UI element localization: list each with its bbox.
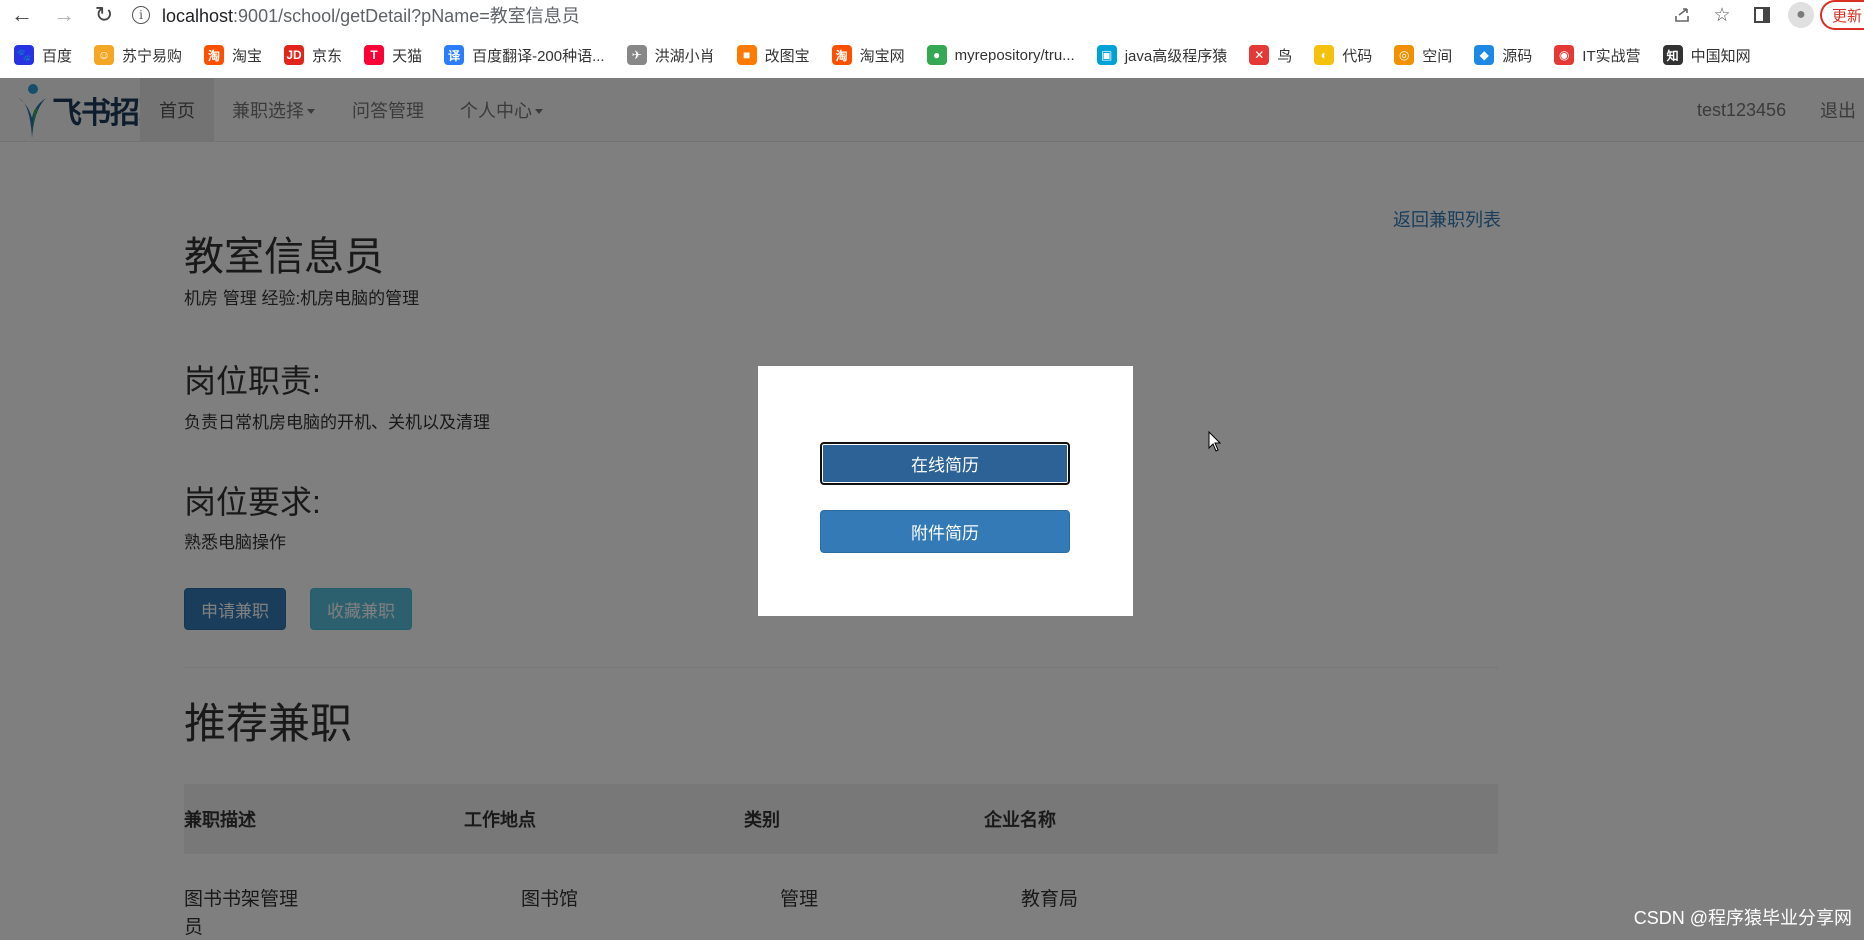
bookmark-label: 改图宝 [764,47,810,65]
bookmark-item[interactable]: ▣ java高级程序猿 [1096,45,1228,66]
bookmark-item[interactable]: ✕ 鸟 [1249,45,1292,66]
bookmark-favicon-icon: JD [284,45,305,65]
mouse-cursor-icon [1208,431,1222,452]
url-text: localhost:9001/school/getDetail?pName=教室… [162,6,580,26]
bookmark-label: 鸟 [1277,47,1293,65]
bookmark-item[interactable]: ☺ 苏宁易购 [94,45,182,66]
bookmark-favicon-icon: T [364,45,385,65]
bookmark-star-icon[interactable]: ☆ [1702,0,1742,30]
bookmark-label: 淘宝网 [859,47,905,65]
bookmark-label: 百度翻译-200种语... [472,47,605,65]
bookmark-label: 代码 [1342,47,1373,65]
bookmarks-bar: 🐾 百度 ☺ 苏宁易购淘淘宝 JD 京东 T 天猫译百度翻译-200种语... ✈ 洪湖小肖 ■ 改图… [0,36,1864,74]
watermark: CSDN @程序猿毕业分享网 [1633,908,1852,928]
bookmark-favicon-icon: ☺ [94,45,115,65]
reload-icon[interactable]: ↻ [86,0,122,30]
address-bar[interactable]: i localhost:9001/school/getDetail?pName=… [132,0,1732,30]
bookmark-item[interactable]: ◉ IT实战营 [1554,45,1641,66]
back-arrow-icon[interactable]: ← [4,0,40,30]
bookmark-item[interactable]: T 天猫 [364,45,422,66]
bookmark-favicon-icon: ● [926,45,947,65]
side-panel-icon[interactable] [1742,0,1782,30]
bookmark-label: java高级程序猿 [1124,47,1228,65]
bookmark-label: 淘宝 [232,47,263,65]
bookmark-item[interactable]: ✈ 洪湖小肖 [626,45,715,66]
page-content: 飞书招聘 首页 兼职选择 问答管理 个人中心 test123456 退出 返回兼… [0,78,1864,940]
forward-arrow-icon[interactable]: → [46,0,82,30]
bookmark-label: 天猫 [392,47,423,65]
bookmark-label: 中国知网 [1690,47,1751,65]
bookmark-favicon-icon: 译 [444,45,465,65]
bookmark-label: 京东 [312,47,343,65]
bookmark-item[interactable]: ■ 改图宝 [736,45,810,66]
bookmark-favicon-icon: ✈ [626,45,647,65]
bookmark-label: myrepository/tru... [954,46,1075,64]
bookmark-item[interactable]: 淘淘宝 [204,45,262,66]
bookmark-favicon-icon: ◉ [1554,45,1575,65]
bookmark-favicon-icon: ◎ [1394,45,1415,65]
bookmark-label: 苏宁易购 [122,47,183,65]
bookmark-item[interactable]: ◎ 空间 [1394,45,1452,66]
profile-avatar-icon[interactable]: ● [1788,2,1814,28]
bookmark-label: IT实战营 [1582,47,1641,65]
share-icon[interactable] [1662,0,1702,30]
bookmark-label: 百度 [42,47,73,65]
bookmark-favicon-icon: 淘 [831,45,852,65]
bookmark-item[interactable]: 淘淘宝网 [831,45,905,66]
bookmark-favicon-icon: ◐ [1314,45,1335,65]
update-button[interactable]: 更新 [1820,0,1864,30]
bookmark-favicon-icon: 知 [1662,45,1683,65]
bookmark-label: 源码 [1502,47,1533,65]
browser-actions: ☆ ● 更新 [1662,0,1864,30]
browser-toolbar: ← → ↻ i localhost:9001/school/getDetail?… [0,0,1864,30]
bookmark-item[interactable]: ◐ 代码 [1314,45,1372,66]
bookmark-item[interactable]: 🐾 百度 [14,45,72,66]
bookmark-item[interactable]: 知中国知网 [1662,45,1751,66]
bookmark-favicon-icon: ✕ [1249,45,1270,65]
attachment-resume-button[interactable]: 附件简历 [820,510,1070,553]
bookmark-item[interactable]: 译百度翻译-200种语... [444,45,605,66]
bookmark-item[interactable]: ◆ 源码 [1474,45,1532,66]
bookmark-favicon-icon: ◆ [1474,45,1495,65]
bookmark-favicon-icon: 🐾 [14,45,34,65]
bookmark-item[interactable]: JD 京东 [284,45,342,66]
bookmark-item[interactable]: ● myrepository/tru... [926,45,1075,65]
bookmark-favicon-icon: ■ [736,45,757,65]
resume-type-modal: 在线简历 附件简历 [758,366,1133,616]
site-info-icon[interactable]: i [132,6,150,24]
bookmark-favicon-icon: ▣ [1096,45,1117,65]
bookmark-favicon-icon: 淘 [204,45,225,65]
bookmark-label: 空间 [1422,47,1453,65]
online-resume-button[interactable]: 在线简历 [820,442,1070,485]
bookmark-label: 洪湖小肖 [654,47,715,65]
